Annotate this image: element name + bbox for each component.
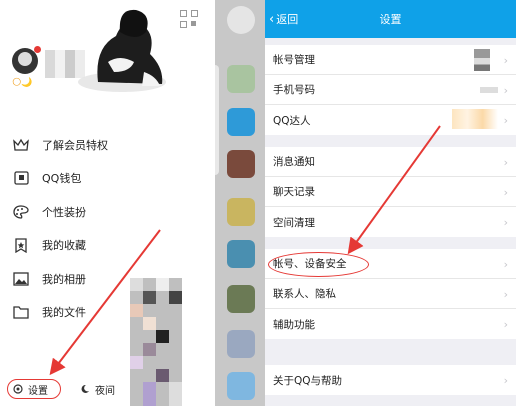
menu-item-label: 了解会员特权 bbox=[42, 138, 108, 152]
drawer-scroll-indicator bbox=[215, 65, 219, 175]
nav-bar: ‹ 返回 设置 bbox=[265, 0, 516, 38]
settings-row-qq-expert[interactable]: QQ达人 › bbox=[265, 105, 516, 135]
chat-avatar-blur bbox=[227, 198, 255, 226]
settings-row-contacts-privacy[interactable]: 联系人、隐私 › bbox=[265, 279, 516, 309]
settings-group-messages: 消息通知 › 聊天记录 › 空间清理 › bbox=[265, 147, 516, 237]
menu-item-label: QQ钱包 bbox=[42, 172, 82, 186]
menu-item-label: 我的收藏 bbox=[42, 239, 86, 253]
night-label: 夜间 bbox=[95, 385, 115, 397]
menu-item-vip[interactable]: 了解会员特权 bbox=[0, 128, 215, 162]
chevron-right-icon: › bbox=[503, 114, 508, 127]
annotation-highlight-oval bbox=[268, 252, 369, 277]
settings-row-accessibility[interactable]: 辅助功能 › bbox=[265, 309, 516, 339]
level-badges: 🌕🌙 bbox=[12, 78, 33, 88]
gear-icon bbox=[13, 384, 23, 394]
side-drawer: 🌕🌙 了解会员特权 QQ钱包 个性装扮 我的收藏 我的相册 我的文件 设置 夜间 bbox=[0, 0, 215, 406]
chat-avatar-blur bbox=[227, 65, 255, 93]
row-label: 消息通知 bbox=[273, 156, 315, 168]
settings-group-account: 帐号管理 › 手机号码 › QQ达人 › bbox=[265, 45, 516, 135]
chat-avatar-blur bbox=[227, 6, 255, 34]
chevron-right-icon: › bbox=[503, 156, 508, 169]
drawer-menu: 了解会员特权 QQ钱包 个性装扮 我的收藏 我的相册 我的文件 bbox=[0, 128, 215, 329]
page-title: 设置 bbox=[379, 13, 402, 26]
chevron-right-icon: › bbox=[503, 54, 508, 67]
chat-avatar-blur bbox=[227, 372, 255, 400]
row-label: 空间清理 bbox=[273, 216, 315, 229]
folder-icon bbox=[12, 303, 30, 321]
menu-item-favorites[interactable]: 我的收藏 bbox=[0, 229, 215, 263]
settings-row-storage-cleanup[interactable]: 空间清理 › bbox=[265, 207, 516, 237]
bookmark-star-icon bbox=[12, 236, 30, 254]
settings-row-account-management[interactable]: 帐号管理 › bbox=[265, 45, 516, 75]
notification-dot bbox=[34, 46, 41, 53]
menu-item-album[interactable]: 我的相册 bbox=[0, 262, 215, 296]
chat-avatar-blur bbox=[227, 240, 255, 268]
settings-button[interactable]: 设置 bbox=[7, 379, 61, 399]
chevron-right-icon: › bbox=[503, 186, 508, 199]
chevron-right-icon: › bbox=[503, 258, 508, 271]
row-label: 聊天记录 bbox=[273, 186, 315, 198]
menu-item-wallet[interactable]: QQ钱包 bbox=[0, 162, 215, 196]
chevron-right-icon: › bbox=[503, 374, 508, 387]
settings-row-phone[interactable]: 手机号码 › bbox=[265, 75, 516, 105]
chat-avatar-blur bbox=[227, 285, 255, 313]
chevron-right-icon: › bbox=[503, 84, 508, 97]
palette-icon bbox=[12, 203, 30, 221]
row-label: 帐号管理 bbox=[273, 54, 315, 66]
blurred-chat-list bbox=[215, 0, 265, 406]
phone-mosaic bbox=[480, 87, 498, 93]
menu-item-label: 我的相册 bbox=[42, 272, 86, 286]
menu-item-label: 个性装扮 bbox=[42, 205, 86, 219]
account-avatar-mosaic bbox=[474, 49, 490, 71]
qr-code-icon[interactable] bbox=[180, 10, 198, 28]
moon-icon bbox=[80, 384, 90, 394]
chevron-right-icon: › bbox=[503, 216, 508, 229]
row-label: 关于QQ与帮助 bbox=[273, 374, 343, 387]
menu-item-theme[interactable]: 个性装扮 bbox=[0, 195, 215, 229]
crown-icon bbox=[12, 136, 30, 154]
qq-expert-mosaic bbox=[452, 109, 498, 129]
row-label: 辅助功能 bbox=[273, 318, 315, 331]
profile-header: 🌕🌙 bbox=[0, 0, 215, 110]
row-label: 联系人、隐私 bbox=[273, 288, 336, 300]
row-label: 手机号码 bbox=[273, 84, 315, 96]
settings-screen: ‹ 返回 设置 帐号管理 › 手机号码 › QQ达人 › 消息通知 › 聊天记录… bbox=[265, 0, 516, 406]
photo-icon bbox=[12, 270, 30, 288]
settings-row-about-help[interactable]: 关于QQ与帮助 › bbox=[265, 365, 516, 395]
chat-avatar-blur bbox=[227, 108, 255, 136]
username-mosaic bbox=[45, 50, 85, 78]
settings-group-about: 关于QQ与帮助 › bbox=[265, 365, 516, 395]
wallet-icon bbox=[12, 169, 30, 187]
chevron-right-icon: › bbox=[503, 288, 508, 301]
settings-row-chat-history[interactable]: 聊天记录 › bbox=[265, 177, 516, 207]
row-label: QQ达人 bbox=[273, 114, 311, 127]
settings-row-notifications[interactable]: 消息通知 › bbox=[265, 147, 516, 177]
night-mode-button[interactable]: 夜间 bbox=[80, 379, 115, 399]
menu-item-files[interactable]: 我的文件 bbox=[0, 296, 215, 330]
chat-avatar-blur bbox=[227, 330, 255, 358]
chat-avatar-blur bbox=[227, 150, 255, 178]
settings-label: 设置 bbox=[28, 385, 48, 397]
chevron-right-icon: › bbox=[503, 318, 508, 331]
menu-item-label: 我的文件 bbox=[42, 306, 86, 320]
drawer-bottom-bar: 设置 夜间 bbox=[0, 374, 215, 406]
